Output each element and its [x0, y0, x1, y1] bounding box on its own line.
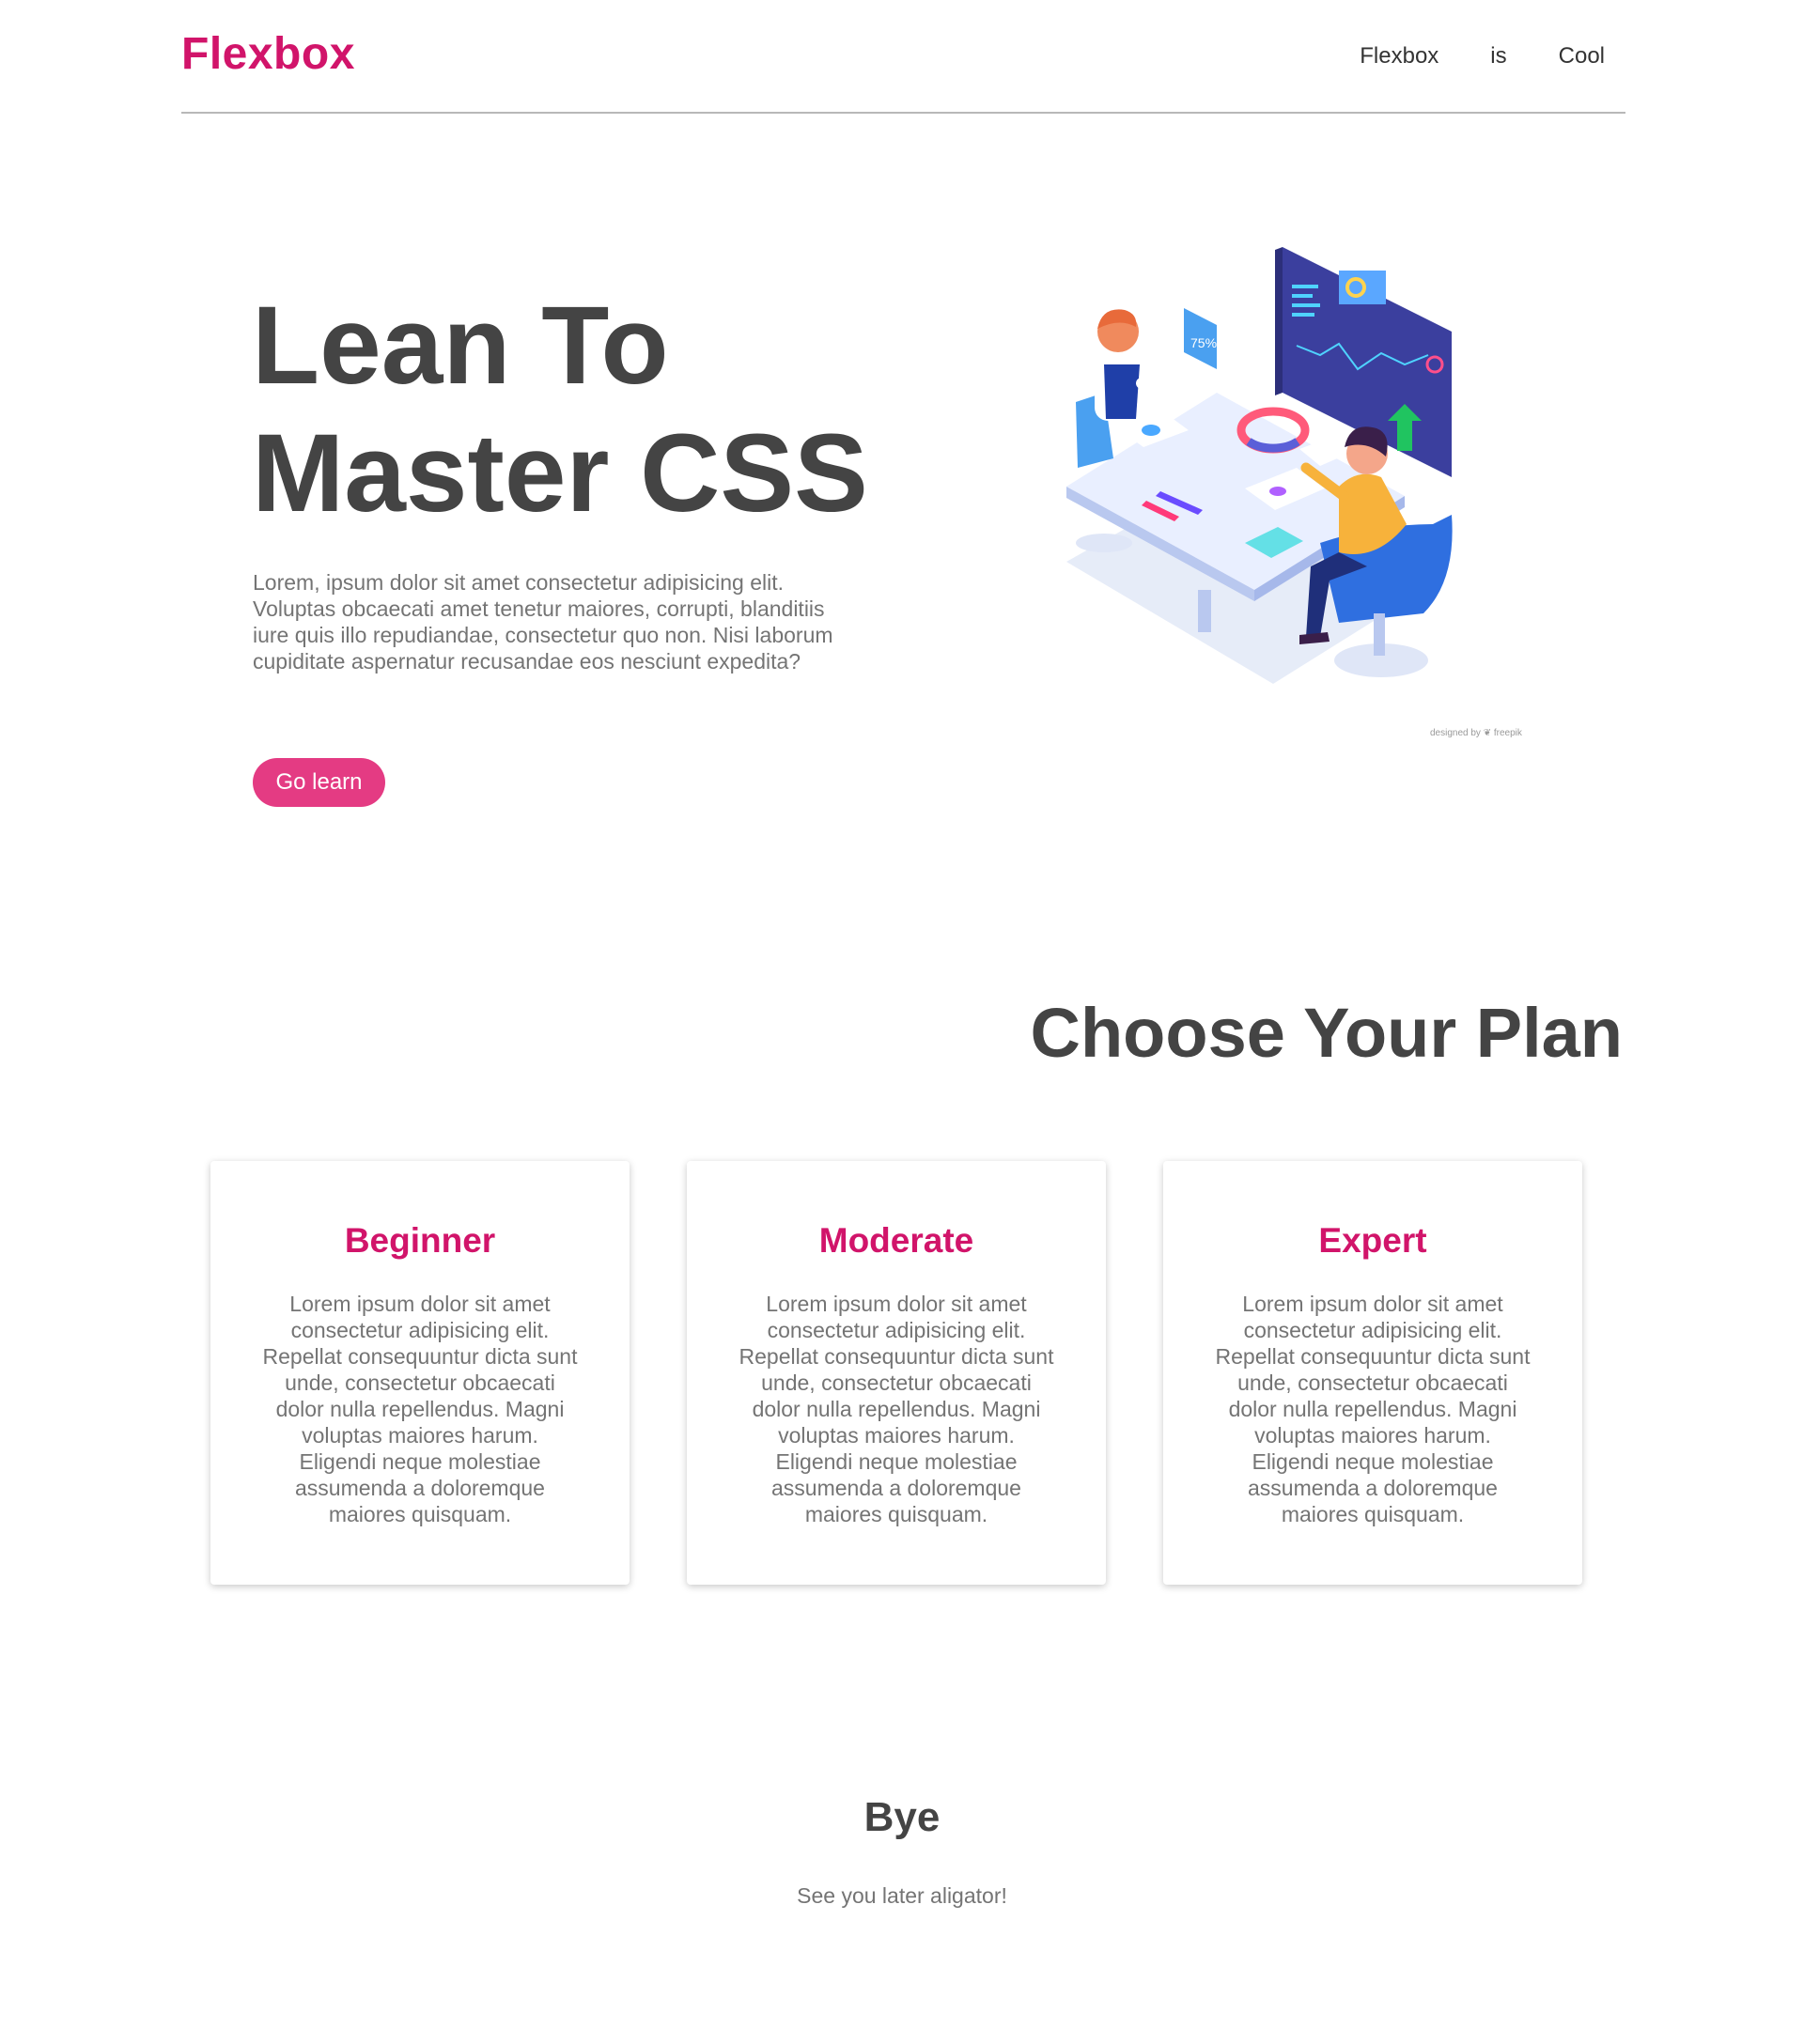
plan-description: Lorem ipsum dolor sit amet consectetur a… [1215, 1292, 1531, 1526]
site-header: Flexbox Flexbox is Cool [181, 0, 1625, 114]
nav-link-cool[interactable]: Cool [1559, 43, 1605, 70]
image-credit[interactable]: designed by ❦ freepik [1430, 728, 1522, 738]
plan-card-moderate: Moderate Lorem ipsum dolor sit amet cons… [687, 1161, 1106, 1585]
percent-label: 75% [1190, 335, 1217, 350]
nav-link-flexbox[interactable]: Flexbox [1360, 43, 1439, 70]
hero-title: Lean To Master CSS [252, 282, 928, 537]
footer-subtitle: See you later aligator! [797, 1883, 1007, 1908]
plan-description: Lorem ipsum dolor sit amet consectetur a… [739, 1292, 1054, 1526]
meeting-illustration: 75% [1066, 247, 1453, 684]
plan-card-beginner: Beginner Lorem ipsum dolor sit amet cons… [210, 1161, 630, 1585]
plan-description: Lorem ipsum dolor sit amet consectetur a… [262, 1292, 578, 1526]
plan-name: Beginner [344, 1221, 496, 1260]
hero-description: Lorem, ipsum dolor sit amet consectetur … [253, 570, 833, 674]
go-learn-button[interactable]: Go learn [253, 758, 385, 807]
page: Flexbox Flexbox is Cool Lean To Master C… [0, 0, 1804, 2044]
plan-name: Expert [1318, 1221, 1427, 1260]
nav-link-is[interactable]: is [1490, 43, 1506, 70]
plan-name: Moderate [818, 1221, 974, 1260]
hero-title-line-1: Lean To [252, 284, 669, 408]
plans-title: Choose Your Plan [1030, 994, 1623, 1072]
logo[interactable]: Flexbox [181, 28, 355, 80]
hero-title-line-2: Master CSS [252, 411, 868, 535]
main-nav: Flexbox is Cool [1308, 43, 1605, 70]
footer-title: Bye [863, 1794, 941, 1840]
plan-card-expert: Expert Lorem ipsum dolor sit amet consec… [1163, 1161, 1582, 1585]
